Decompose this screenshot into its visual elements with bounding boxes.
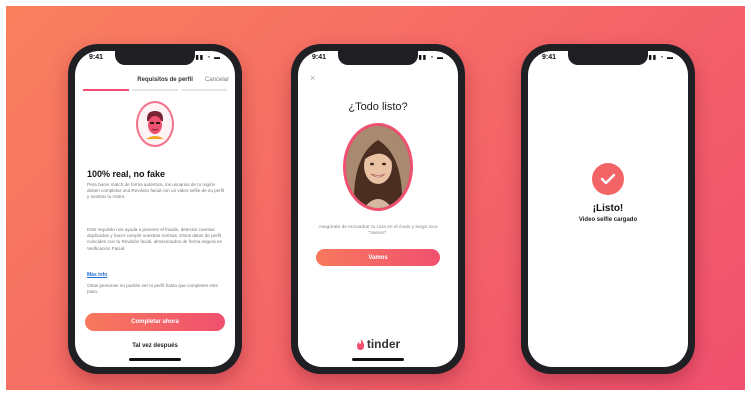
cancel-link[interactable]: Cancelar <box>205 77 229 83</box>
status-icons: ▮▮ ◔ ▬ <box>418 55 444 61</box>
marketing-background: 9:41 ▮▮ ◔ ▬ Requisitos de perfil Cancela… <box>6 6 745 390</box>
progress-steps <box>83 89 227 91</box>
phone-screen: 9:41 ▮▮ ◔ ▬ × ¿Todo listo? Asegúrate de … <box>298 51 458 367</box>
selfie-photo <box>343 123 413 211</box>
phone-notch <box>115 51 195 65</box>
tinder-logo: tinder <box>298 337 458 351</box>
home-indicator <box>129 358 181 361</box>
complete-now-button[interactable]: Completar ahora <box>85 313 225 331</box>
lets-go-button[interactable]: Vamos <box>316 249 440 266</box>
phone-notch <box>568 51 648 65</box>
maybe-later-link[interactable]: Tal vez después <box>75 343 235 349</box>
status-time: 9:41 <box>542 54 557 61</box>
woman-portrait-icon <box>346 126 410 208</box>
brand-wordmark: tinder <box>366 337 401 351</box>
home-indicator <box>352 358 404 361</box>
status-icons: ▮▮ ◔ ▬ <box>648 55 674 61</box>
phone-screen: 9:41 ▮▮ ◔ ▬ ¡Listo! Video selfie cargado <box>528 51 688 367</box>
progress-step <box>132 89 178 91</box>
info-paragraph: Este requisito nos ayuda a prevenir el f… <box>87 227 223 251</box>
success-title: ¡Listo! <box>592 203 624 214</box>
phone-notch <box>338 51 418 65</box>
status-icons: ▮▮ ◔ ▬ <box>195 55 221 61</box>
face-icon <box>146 111 164 139</box>
ready-title: ¿Todo listo? <box>348 101 408 113</box>
section-heading: 100% real, no fake <box>87 169 166 179</box>
avatar-illustration <box>136 101 174 147</box>
phone-ready: 9:41 ▮▮ ◔ ▬ × ¿Todo listo? Asegúrate de … <box>291 44 465 374</box>
checkmark-icon <box>600 173 616 185</box>
success-check-icon <box>592 163 624 195</box>
nav-title: Requisitos de perfil <box>137 77 193 83</box>
phone-done: 9:41 ▮▮ ◔ ▬ ¡Listo! Video selfie cargado <box>521 44 695 374</box>
success-subtitle: Video selfie cargado <box>578 217 638 223</box>
phone-screen: 9:41 ▮▮ ◔ ▬ Requisitos de perfil Cancela… <box>75 51 235 367</box>
close-icon[interactable]: × <box>310 73 315 83</box>
phone-requirements: 9:41 ▮▮ ◔ ▬ Requisitos de perfil Cancela… <box>68 44 242 374</box>
instruction-text: Asegúrate de encuadrar tu cara en el óva… <box>318 225 438 237</box>
progress-step <box>181 89 227 91</box>
flame-icon <box>356 338 364 350</box>
info-paragraph: Otras personas no podrán ver tu perfil h… <box>87 283 218 295</box>
status-time: 9:41 <box>89 54 104 61</box>
progress-step <box>83 89 129 91</box>
more-info-link[interactable]: Más info <box>87 272 107 278</box>
status-time: 9:41 <box>312 54 327 61</box>
info-paragraph: Para hacer match de forma auténtica, los… <box>87 182 225 200</box>
top-nav: Requisitos de perfil Cancelar <box>75 71 235 89</box>
